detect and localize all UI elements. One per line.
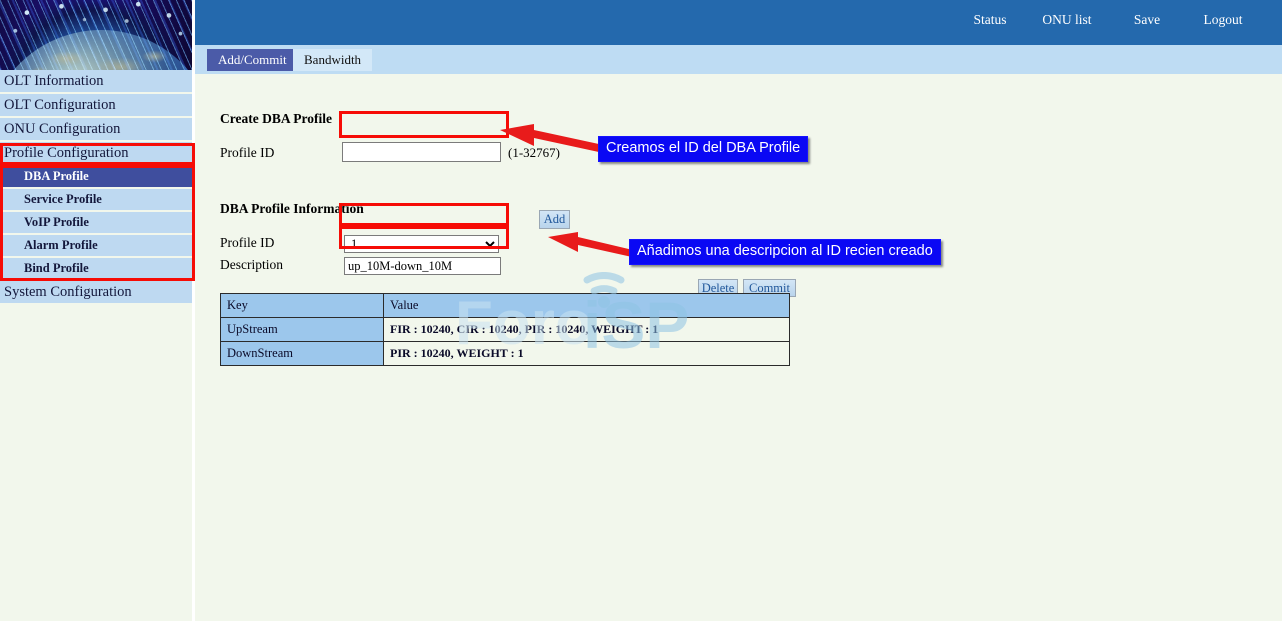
section-title-create-dba-profile: Create DBA Profile	[220, 111, 332, 127]
nav-link-logout[interactable]: Logout	[1186, 10, 1260, 30]
table-cell-value-downstream: PIR : 10240, WEIGHT : 1	[384, 342, 790, 366]
table-cell-key-downstream: DownStream	[221, 342, 384, 366]
table-cell-key-upstream: UpStream	[221, 318, 384, 342]
fiber-light-dots	[0, 0, 192, 70]
sidebar-item-service-profile[interactable]: Service Profile	[0, 189, 192, 210]
label-info-profile-id: Profile ID	[220, 235, 274, 251]
table-header-row: Key Value	[221, 294, 790, 318]
table-header-key: Key	[221, 294, 384, 318]
table-row: DownStream PIR : 10240, WEIGHT : 1	[221, 342, 790, 366]
description-input[interactable]	[344, 257, 501, 275]
label-create-profile-id: Profile ID	[220, 145, 274, 161]
sidebar-item-olt-configuration[interactable]: OLT Configuration	[0, 94, 192, 116]
table-row: UpStream FIR : 10240, CIR : 10240, PIR :…	[221, 318, 790, 342]
sidebar-item-system-configuration[interactable]: System Configuration	[0, 281, 192, 303]
dba-profile-table: Key Value UpStream FIR : 10240, CIR : 10…	[220, 293, 790, 366]
main-content: Add/Commit Bandwidth Create DBA Profile …	[195, 45, 1282, 621]
table-cell-value-upstream: FIR : 10240, CIR : 10240, PIR : 10240, W…	[384, 318, 790, 342]
sidebar-item-onu-configuration[interactable]: ONU Configuration	[0, 118, 192, 140]
sidebar-item-alarm-profile[interactable]: Alarm Profile	[0, 235, 192, 256]
sidebar-item-olt-information[interactable]: OLT Information	[0, 70, 192, 92]
nav-link-onu-list[interactable]: ONU list	[1026, 10, 1108, 30]
profile-id-range-hint: (1-32767)	[508, 145, 560, 161]
section-title-dba-profile-information: DBA Profile Information	[220, 201, 364, 217]
tab-add-commit[interactable]: Add/Commit	[207, 49, 298, 71]
label-description: Description	[220, 257, 283, 273]
sidebar-item-voip-profile[interactable]: VoIP Profile	[0, 212, 192, 233]
sidebar-item-bind-profile[interactable]: Bind Profile	[0, 258, 192, 279]
create-profile-id-input[interactable]	[342, 142, 501, 162]
nav-link-status[interactable]: Status	[954, 10, 1026, 30]
sidebar-navigation: OLT Information OLT Configuration ONU Co…	[0, 70, 192, 621]
tab-bandwidth[interactable]: Bandwidth	[293, 49, 372, 71]
annotation-callout-create-id: Creamos el ID del DBA Profile	[598, 136, 808, 162]
site-logo-banner	[0, 0, 192, 70]
add-button[interactable]: Add	[539, 210, 570, 229]
annotation-callout-add-description: Añadimos una descripcion al ID recien cr…	[629, 239, 941, 265]
top-navigation: Status ONU list Save Logout	[954, 10, 1260, 30]
top-header-bar: Status ONU list Save Logout	[195, 0, 1282, 45]
tab-strip: Add/Commit Bandwidth	[195, 45, 1282, 74]
table-header-value: Value	[384, 294, 790, 318]
sidebar-item-profile-configuration[interactable]: Profile Configuration	[0, 142, 192, 164]
nav-link-save[interactable]: Save	[1108, 10, 1186, 30]
profile-id-select[interactable]: 1	[344, 235, 499, 253]
sidebar-item-dba-profile[interactable]: DBA Profile	[0, 166, 192, 187]
